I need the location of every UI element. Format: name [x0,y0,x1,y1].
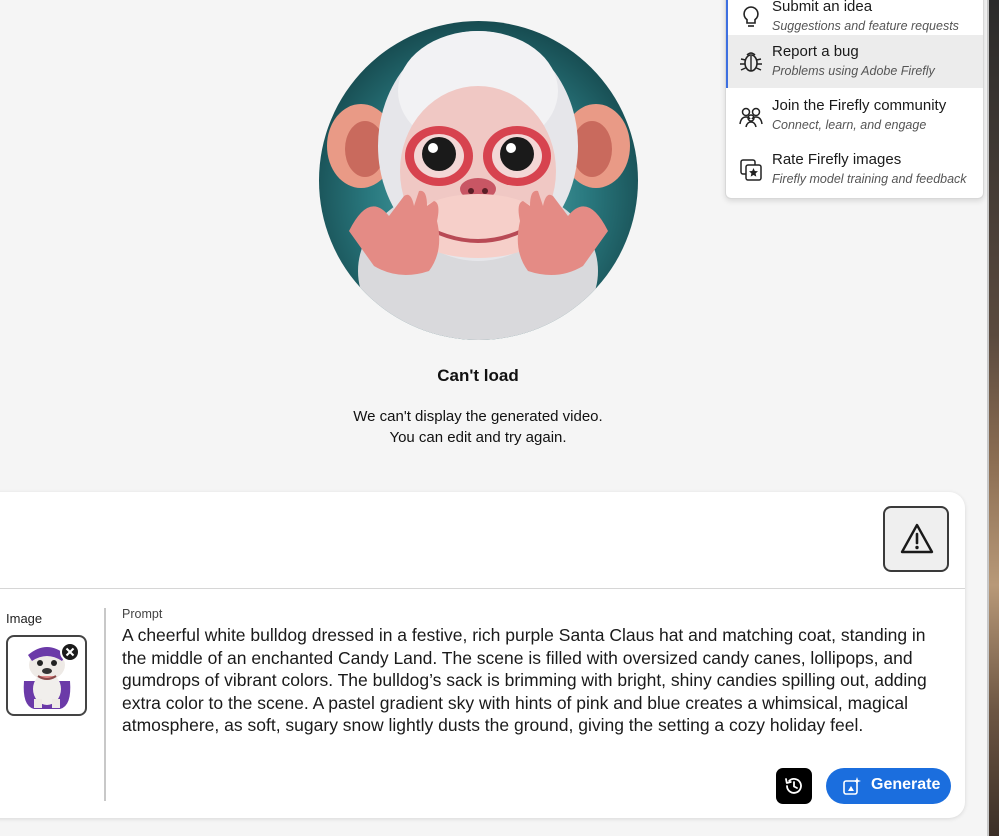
warning-button[interactable] [883,506,949,572]
menu-item-description: Suggestions and feature requests [772,19,959,33]
bug-icon [738,49,764,75]
menu-item-description: Connect, learn, and engage [772,118,927,132]
menu-item-join-community[interactable]: Join the Firefly community Connect, lear… [726,89,983,143]
prompt-textarea[interactable]: A cheerful white bulldog dressed in a fe… [122,624,948,737]
menu-item-report-bug[interactable]: Report a bug Problems using Adobe Firefl… [726,35,983,88]
error-message: We can't display the generated video. Yo… [0,406,956,448]
community-icon [738,103,764,129]
history-icon [785,778,802,794]
menu-item-description: Problems using Adobe Firefly [772,64,935,78]
image-label: Image [6,611,43,626]
menu-item-label: Join the Firefly community [772,97,947,114]
close-icon [65,647,75,657]
menu-item-label: Report a bug [772,43,859,60]
error-message-line2: You can edit and try again. [389,429,567,446]
menu-item-label: Rate Firefly images [772,151,902,168]
menu-item-rate-images[interactable]: Rate Firefly images Firefly model traini… [726,143,983,197]
prompt-label: Prompt [122,607,163,621]
error-message-line1: We can't display the generated video. [353,408,603,425]
background-window-strip [987,0,999,836]
warning-icon [900,523,934,554]
menu-item-label: Submit an idea [772,0,873,15]
history-button[interactable] [776,768,812,804]
remove-image-button[interactable] [60,642,80,662]
panel-vertical-divider [104,608,106,801]
menu-item-accent [726,35,728,88]
error-title: Can't load [437,366,519,385]
rate-image-icon [738,157,764,183]
menu-item-description: Firefly model training and feedback [772,172,967,186]
monkey-avatar-image [319,21,638,340]
help-menu: Submit an idea Suggestions and feature r… [725,0,984,199]
panel-divider [0,588,965,589]
generate-sparkle-icon [843,777,861,795]
generate-label: Generate [871,776,941,793]
lightbulb-icon [738,4,764,30]
generate-button[interactable]: Generate [826,768,951,804]
